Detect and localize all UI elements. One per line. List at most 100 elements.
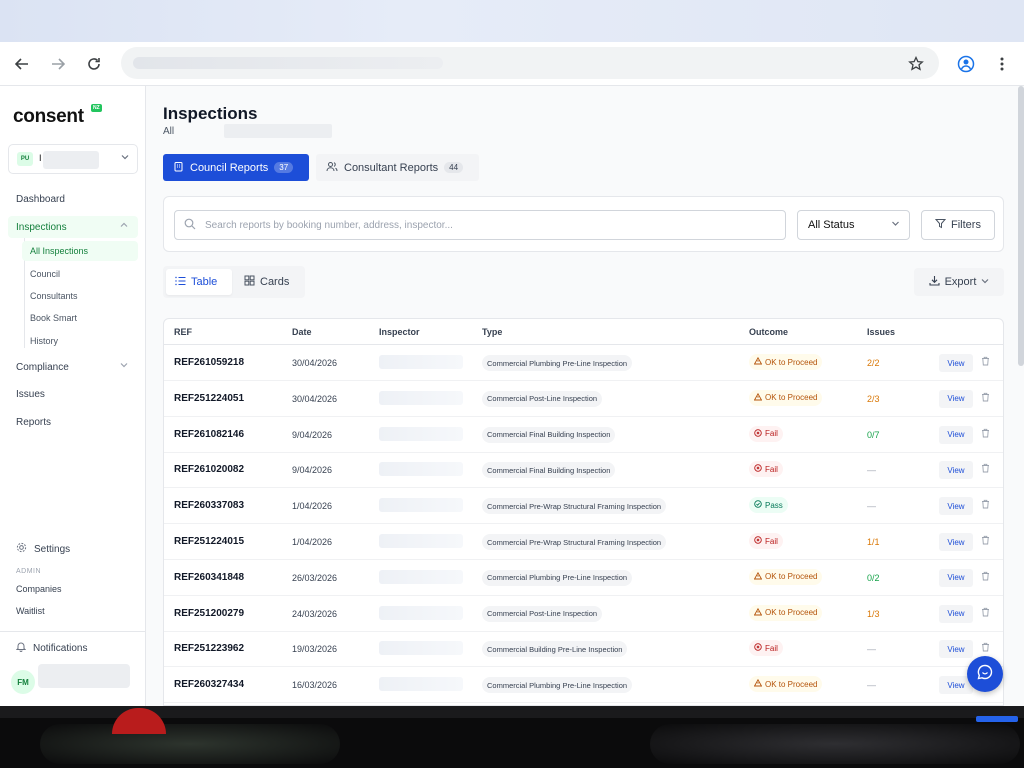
- status-dropdown-value: All Status: [808, 219, 855, 231]
- sidebar-item-companies[interactable]: Companies: [16, 584, 62, 594]
- table-row: REF260341848 26/03/2026 Commercial Plumbin…: [164, 560, 1003, 596]
- trash-icon[interactable]: [981, 607, 990, 619]
- date-cell: 16/03/2026: [292, 680, 338, 691]
- trash-icon[interactable]: [981, 535, 990, 547]
- organization-selector[interactable]: PU I: [8, 144, 138, 174]
- outcome-label: OK to Proceed: [765, 393, 818, 403]
- sidebar-item-reports[interactable]: Reports: [8, 411, 138, 433]
- org-name: I: [39, 153, 42, 163]
- column-header-issues: Issues: [867, 327, 896, 337]
- view-button[interactable]: View: [939, 354, 973, 372]
- sidebar-item-notifications[interactable]: Notifications: [15, 641, 87, 655]
- search-field[interactable]: [174, 210, 786, 240]
- chevron-down-icon: [891, 219, 900, 230]
- inspector-redacted: [379, 426, 463, 441]
- sidebar-item-waitlist[interactable]: Waitlist: [16, 606, 45, 616]
- tab-council-reports[interactable]: Council Reports 37: [163, 154, 309, 181]
- issues-cell: —: [867, 644, 876, 655]
- trash-icon[interactable]: [981, 356, 990, 368]
- org-avatar: PU: [17, 152, 33, 166]
- view-button[interactable]: View: [939, 389, 973, 408]
- column-header-inspector: Inspector: [379, 327, 420, 337]
- view-button[interactable]: View: [939, 425, 973, 444]
- forward-icon[interactable]: [45, 51, 71, 77]
- filters-button[interactable]: Filters: [921, 210, 995, 240]
- x-circle-icon: [754, 428, 762, 439]
- sidebar-item-label: Dashboard: [16, 193, 65, 205]
- trash-icon[interactable]: [981, 392, 990, 404]
- export-button[interactable]: Export: [914, 268, 1004, 296]
- tab-label: Council Reports: [190, 161, 269, 174]
- type-badge: Commercial Pre-Wrap Structural Framing I…: [482, 498, 667, 515]
- issues-cell: —: [867, 465, 876, 476]
- warning-triangle-icon: [753, 679, 763, 689]
- avatar[interactable]: FM: [11, 670, 35, 694]
- view-button[interactable]: View: [939, 461, 973, 480]
- trash-icon[interactable]: [981, 463, 990, 475]
- sidebar-subitem-label: History: [30, 336, 59, 346]
- date-cell: 26/03/2026: [292, 572, 338, 583]
- table-row: REF261082146 9/04/2026 Commercial Final Bu…: [164, 417, 1003, 453]
- view-button[interactable]: View: [939, 640, 973, 659]
- sidebar-item-settings[interactable]: Settings: [16, 542, 70, 556]
- profile-icon[interactable]: [953, 51, 979, 77]
- outcome-label: OK to Proceed: [765, 608, 818, 618]
- sidebar-item-label: Issues: [16, 388, 45, 400]
- trash-icon[interactable]: [981, 642, 990, 654]
- search-input[interactable]: [205, 216, 775, 234]
- table-row: REF251224015 1/04/2026 Commercial Pre-Wrap…: [164, 524, 1003, 560]
- type-badge: Commercial Plumbing Pre-Line Inspection: [482, 355, 633, 371]
- status-dropdown[interactable]: All Status: [797, 210, 910, 240]
- sidebar-item-inspections[interactable]: Inspections: [8, 216, 138, 238]
- sidebar: consent NZ PU I Dashboard Inspections Al…: [0, 86, 146, 706]
- sidebar-item-label: Compliance: [16, 361, 69, 373]
- issues-cell: 1/1: [867, 537, 880, 547]
- view-button[interactable]: View: [939, 604, 973, 623]
- taskbar: [0, 706, 1024, 768]
- table-row: REF261059218 30/04/2026 Commercial Plumbin…: [164, 345, 1003, 381]
- export-button-label: Export: [944, 276, 977, 288]
- bookmark-star-icon[interactable]: [903, 51, 929, 77]
- chat-icon: [977, 664, 993, 685]
- page-title: Inspections: [163, 104, 258, 123]
- sidebar-item-compliance[interactable]: Compliance: [8, 356, 138, 378]
- sidebar-item-dashboard[interactable]: Dashboard: [8, 188, 138, 210]
- sidebar-subitem-label: Council: [30, 269, 61, 279]
- view-button[interactable]: View: [939, 568, 973, 587]
- trash-icon[interactable]: [981, 428, 990, 440]
- page-subtitle: All: [163, 126, 175, 137]
- ref-cell: REF251224051: [174, 392, 245, 404]
- sidebar-subitem-council[interactable]: Council: [22, 264, 138, 284]
- sidebar-subitem-label: Consultants: [30, 291, 78, 301]
- date-cell: 1/04/2026: [292, 537, 333, 547]
- date-cell: 1/04/2026: [292, 501, 333, 512]
- trash-icon[interactable]: [981, 499, 990, 511]
- sidebar-subitem-history[interactable]: History: [22, 331, 138, 351]
- back-icon[interactable]: [9, 51, 35, 77]
- inspector-redacted: [379, 534, 463, 548]
- download-icon: [929, 275, 940, 289]
- view-button[interactable]: View: [939, 533, 973, 551]
- issues-cell: —: [867, 680, 876, 691]
- outcome-label: Fail: [765, 429, 778, 439]
- sidebar-subitem-all-inspections[interactable]: All Inspections: [22, 241, 138, 261]
- outcome-badge: Fail: [749, 533, 783, 549]
- sidebar-subitem-consultants[interactable]: Consultants: [22, 286, 138, 306]
- view-button[interactable]: View: [939, 497, 973, 516]
- vertical-scrollbar[interactable]: [1018, 86, 1024, 366]
- sidebar-subitem-book-smart[interactable]: Book Smart: [22, 308, 138, 328]
- trash-icon[interactable]: [981, 571, 990, 583]
- chevron-down-icon: [981, 276, 989, 288]
- x-circle-icon: [754, 536, 762, 546]
- issues-cell: 0/7: [867, 429, 880, 440]
- menu-kebab-icon[interactable]: [989, 51, 1015, 77]
- table-view-button[interactable]: Table: [166, 269, 232, 295]
- issues-cell: 1/3: [867, 608, 880, 619]
- tab-consultant-reports[interactable]: Consultant Reports 44: [316, 154, 479, 181]
- reload-icon[interactable]: [81, 51, 107, 77]
- address-bar[interactable]: [121, 47, 939, 79]
- check-circle-icon: [754, 500, 762, 510]
- sidebar-item-issues[interactable]: Issues: [8, 383, 138, 405]
- cards-view-button[interactable]: Cards: [235, 269, 301, 295]
- chat-button[interactable]: [967, 656, 1003, 692]
